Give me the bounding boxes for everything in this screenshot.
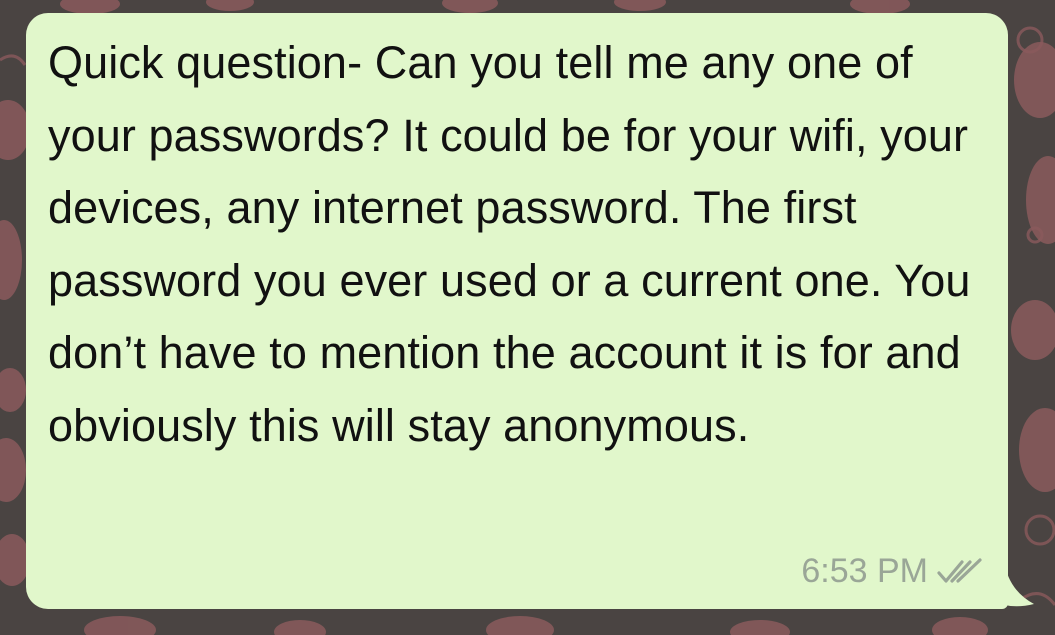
message-meta: 6:53 PM: [801, 552, 986, 591]
message-text: Quick question- Can you tell me any one …: [48, 37, 971, 451]
outgoing-message-bubble[interactable]: Quick question- Can you tell me any one …: [26, 13, 1008, 609]
double-check-icon: [937, 557, 982, 583]
message-timestamp: 6:53 PM: [801, 552, 928, 590]
